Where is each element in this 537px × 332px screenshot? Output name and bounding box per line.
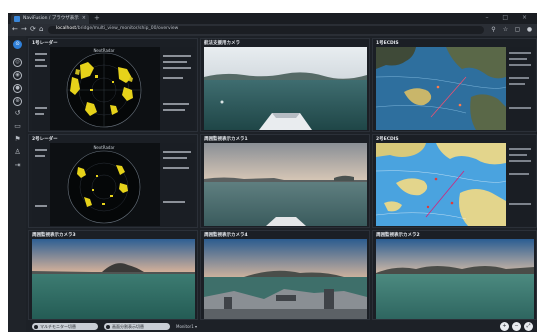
close-tab-icon[interactable]: × bbox=[82, 15, 86, 21]
surround-camera-2-panel[interactable]: 周囲監視表示カメラ2 bbox=[372, 230, 537, 320]
address-bar-row: ← → ⟳ ⌂ localhost/bridge/multi_view_moni… bbox=[8, 24, 537, 36]
radar-brand-label: NextRadar bbox=[93, 145, 114, 150]
radar-1-display[interactable]: NextRadar bbox=[32, 47, 195, 130]
surround-camera-4-view[interactable] bbox=[204, 239, 367, 319]
panel-label: 周囲監視表示カメラ4 bbox=[204, 233, 248, 238]
split-view-toggle[interactable]: 画面分割表示切替 bbox=[104, 323, 170, 330]
monitor-select[interactable]: Monitor1 ▾ bbox=[176, 323, 197, 330]
favicon-icon bbox=[14, 16, 20, 22]
remove-icon[interactable]: − bbox=[512, 322, 521, 331]
surround-camera-1-panel[interactable]: 周囲監視表示カメラ1 bbox=[200, 134, 370, 228]
ecdis-1-panel[interactable]: 1号ECDIS bbox=[372, 38, 537, 132]
ecdis-2-panel[interactable]: 2号ECDIS bbox=[372, 134, 537, 228]
nav-camera-panel[interactable]: 航法支援用カメラ bbox=[200, 38, 370, 132]
surround-camera-3-panel[interactable]: 周囲監視表示カメラ3 bbox=[28, 230, 198, 320]
bottom-control-bar: マルチモニター切替 画面分割表示切替 Monitor1 ▾ + − ⤢ bbox=[26, 321, 537, 332]
sidebar-ecdis-icon[interactable]: ◉ bbox=[13, 71, 22, 80]
nav-camera-view[interactable] bbox=[204, 47, 367, 130]
panel-label: 周囲監視表示カメラ3 bbox=[32, 233, 76, 238]
surround-camera-2-view[interactable] bbox=[376, 239, 534, 319]
reload-icon[interactable]: ⟳ bbox=[30, 25, 36, 34]
panel-label: 航法支援用カメラ bbox=[204, 41, 240, 46]
browser-window: NaviFusion / ブラウザ表示 × + – □ × ← → ⟳ ⌂ lo… bbox=[8, 13, 537, 332]
tab-title: NaviFusion / ブラウザ表示 bbox=[23, 16, 79, 21]
add-icon[interactable]: + bbox=[500, 322, 509, 331]
home-icon[interactable]: ⌂ bbox=[39, 25, 43, 34]
radar-2-display[interactable]: NextRadar bbox=[32, 143, 195, 226]
sidebar-radar-icon[interactable]: ◎ bbox=[13, 58, 22, 67]
panel-label: 周囲監視表示カメラ2 bbox=[376, 233, 420, 238]
panel-label: 1号ECDIS bbox=[376, 41, 399, 46]
radar-1-panel[interactable]: 1号レーダー NextRadar bbox=[28, 38, 198, 132]
back-icon[interactable]: ← bbox=[12, 25, 18, 34]
sidebar-back-icon[interactable]: ↺ bbox=[13, 109, 22, 118]
panel-label: 2号ECDIS bbox=[376, 137, 399, 142]
ecdis-2-chart[interactable] bbox=[376, 143, 534, 226]
sidebar-settings-icon[interactable]: ⊕ bbox=[13, 97, 22, 106]
profile-icon[interactable]: ● bbox=[526, 26, 533, 33]
ecdis-1-chart[interactable] bbox=[376, 47, 534, 130]
sidebar-home-icon[interactable]: ⊙ bbox=[13, 40, 22, 49]
panel-label: 周囲監視表示カメラ1 bbox=[204, 137, 248, 142]
window-controls[interactable]: – □ × bbox=[485, 14, 533, 21]
zoom-icon[interactable]: ⚲ bbox=[490, 26, 497, 33]
sidebar-export-icon[interactable]: ⇥ bbox=[13, 161, 22, 170]
sidebar: ⊙ ◎ ◉ ● ⊕ ↺ ▭ ⚑ ♙ ⇥ bbox=[8, 36, 26, 332]
panel-label: 2号レーダー bbox=[32, 137, 58, 142]
sidebar-camera-icon[interactable]: ● bbox=[13, 84, 22, 93]
radar-brand-label: NextRadar bbox=[93, 48, 114, 53]
multi-monitor-toggle[interactable]: マルチモニター切替 bbox=[32, 323, 98, 330]
radar-2-panel[interactable]: 2号レーダー NextRadar bbox=[28, 134, 198, 228]
surround-camera-1-view[interactable] bbox=[204, 143, 367, 226]
sidebar-layout-icon[interactable]: ▭ bbox=[13, 122, 22, 131]
bookmark-icon[interactable]: ☆ bbox=[502, 26, 509, 33]
sidebar-alert-icon[interactable]: ⚑ bbox=[13, 135, 22, 144]
tab-strip: NaviFusion / ブラウザ表示 × + – □ × bbox=[8, 13, 537, 24]
fullscreen-icon[interactable]: ⤢ bbox=[524, 322, 533, 331]
toggle-dot-icon bbox=[106, 324, 110, 329]
url-field[interactable]: localhost/bridge/multi_view_monitor/ship… bbox=[48, 26, 484, 34]
new-tab-button[interactable]: + bbox=[94, 14, 100, 22]
browser-tab[interactable]: NaviFusion / ブラウザ表示 × bbox=[11, 14, 89, 24]
panel-label: 1号レーダー bbox=[32, 41, 58, 46]
url-host: localhost bbox=[56, 26, 77, 31]
extensions-icon[interactable]: ▢ bbox=[514, 26, 521, 33]
surround-camera-4-panel[interactable]: 周囲監視表示カメラ4 bbox=[200, 230, 370, 320]
surround-camera-3-view[interactable] bbox=[32, 239, 195, 319]
forward-icon[interactable]: → bbox=[21, 25, 27, 34]
url-path: /bridge/multi_view_monitor/ship_00/overv… bbox=[76, 26, 179, 31]
toggle-dot-icon bbox=[34, 324, 38, 329]
sidebar-user-icon[interactable]: ♙ bbox=[13, 148, 22, 157]
